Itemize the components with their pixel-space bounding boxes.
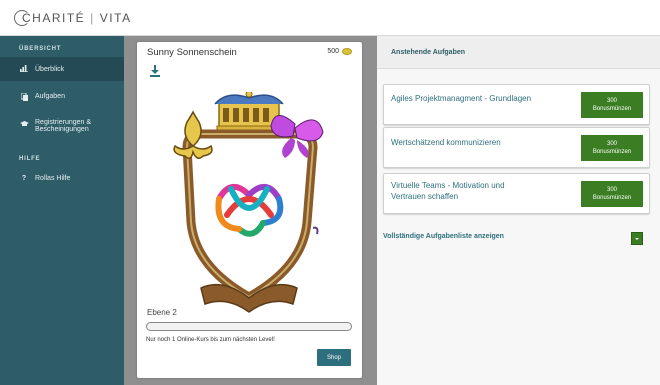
chevron-down-icon [635,237,639,240]
bonus-badge[interactable]: 300 Bonusmünzen [581,92,643,118]
logo-separator: | [90,11,95,25]
task-title-line2: Vertrauen schaffen [391,192,459,201]
tasks-panel-header: Anstehende Aufgaben [377,36,660,69]
bonus-badge[interactable]: 300 Bonusmünzen [581,181,643,207]
profile-card: Sunny Sonnenschein 500 Ebene 2 Nur noch … [137,42,362,378]
bonus-points: 300 [606,141,617,147]
task-title: Agiles Projektmanagment - Grundlagen [391,93,531,104]
sidebar-item-overview[interactable]: Überblick [0,57,124,81]
coin-count: 500 [327,48,339,55]
full-task-list-link[interactable]: Vollständige Aufgabenliste anzeigen [383,233,504,240]
coin-balance: 500 [327,48,352,55]
bonus-points: 300 [606,187,617,193]
task-card[interactable]: Wertschätzend kommunizieren 300 Bonusmün… [383,127,650,168]
sidebar-section-overview: ÜBERSICHT [19,46,62,52]
download-icon[interactable] [149,64,161,77]
graduation-cap-icon [19,121,29,129]
top-header: CHARITÉ | VITA [0,0,660,36]
sidebar-item-help[interactable]: ? Rollas Hilfe [0,175,124,182]
task-card[interactable]: Agiles Projektmanagment - Grundlagen 300… [383,84,650,125]
sidebar-item-label: Aufgaben [35,93,65,100]
sidebar-item-tasks[interactable]: Aufgaben [0,92,124,103]
task-title: Wertschätzend kommunizieren [391,137,501,148]
sidebar-item-label: Rollas Hilfe [35,175,71,182]
level-progress-bar [146,322,352,331]
crest-emblem [173,92,324,313]
next-level-hint: Nur noch 1 Online-Kurs bis zum nächsten … [146,337,275,343]
coin-icon [342,48,352,55]
bonus-unit: Bonusmünzen [592,149,632,155]
tasks-panel-title: Anstehende Aufgaben [391,49,466,56]
logo-mark [14,10,30,26]
sidebar-item-label-line2: Bescheinigungen [35,126,89,133]
sidebar-item-label: Registrierungen & [35,119,92,126]
bonus-points: 300 [606,98,617,104]
sidebar-item-label-wrap: Registrierungen & Bescheinigungen [35,119,91,133]
shield-shape [182,129,318,303]
charite-vita-logo[interactable]: CHARITÉ | VITA [14,9,132,27]
task-title-line1: Agiles Projektmanagment - Grundlagen [391,94,532,103]
bonus-unit: Bonusmünzen [592,195,632,201]
shop-button[interactable]: Shop [317,349,351,366]
sidebar: ÜBERSICHT Überblick Aufgaben Registrieru… [0,36,124,385]
bar-chart-icon [19,64,29,74]
bonus-unit: Bonusmünzen [592,106,632,112]
task-title-line1: Wertschätzend kommunizieren [391,138,501,147]
sidebar-item-label: Überblick [35,65,65,73]
sidebar-item-registrations[interactable]: Registrierungen & Bescheinigungen [0,119,124,133]
task-title-line1: Virtuelle Teams - Motivation und [391,181,505,190]
logo-right-text: VITA [99,11,132,25]
task-card[interactable]: Virtuelle Teams - Motivation und Vertrau… [383,173,650,214]
task-title: Virtuelle Teams - Motivation und Vertrau… [391,180,505,202]
expand-list-button[interactable] [631,232,643,245]
profile-name: Sunny Sonnenschein [147,47,237,58]
level-label: Ebene 2 [147,308,177,317]
sidebar-section-help: HILFE [19,156,41,162]
question-icon: ? [21,175,27,182]
bonus-badge[interactable]: 300 Bonusmünzen [581,135,643,161]
copy-icon [19,92,29,103]
